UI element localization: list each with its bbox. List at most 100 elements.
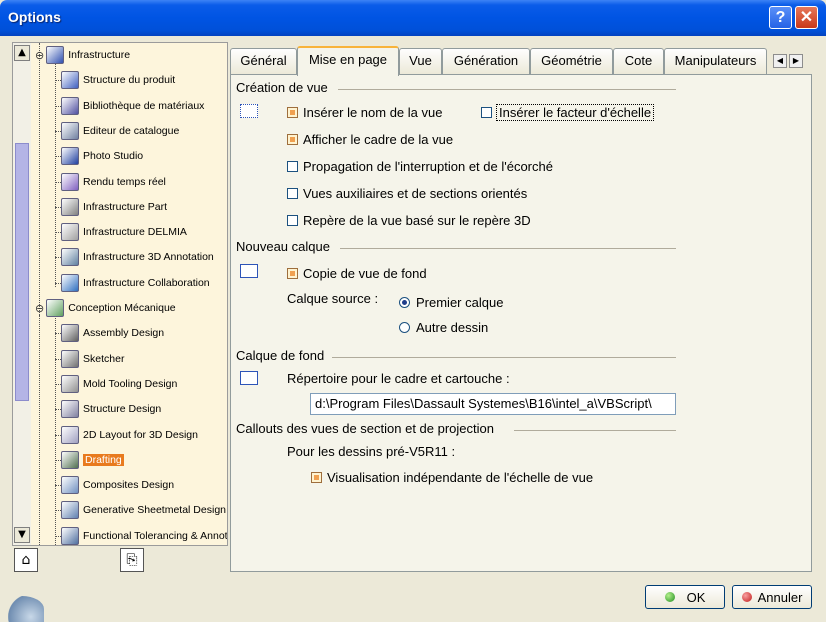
tab-scroll-left-icon[interactable]: ◀ [773, 54, 787, 68]
independent-scale-checkbox[interactable]: Visualisation indépendante de l'échelle … [311, 470, 593, 485]
delmia-icon [61, 223, 79, 242]
layout-2d-icon [61, 425, 79, 444]
section-divider [340, 248, 676, 249]
tree-item[interactable]: Infrastructure DELMIA [61, 222, 187, 242]
cancel-button[interactable]: Annuler [732, 585, 812, 609]
auxiliary-views-checkbox[interactable]: Vues auxiliaires et de sections orientés [287, 186, 527, 201]
tree-item-label: Conception Mécanique [68, 302, 176, 314]
scroll-down-icon[interactable]: ▼ [14, 527, 30, 543]
help-button[interactable]: ? [769, 6, 792, 29]
view-axis-3d-checkbox[interactable]: Repère de la vue basé sur le repère 3D [287, 213, 531, 228]
tree-item[interactable]: Infrastructure Collaboration [61, 273, 210, 293]
copy-background-view-checkbox[interactable]: Copie de vue de fond [287, 266, 427, 281]
tree-item[interactable]: Bibliothèque de matériaux [61, 96, 204, 116]
tree-item[interactable]: Structure du produit [61, 70, 175, 90]
sketcher-icon [61, 349, 79, 368]
new-sheet-icon [240, 264, 258, 278]
options-tree-panel: ▲ ▼ ⊖ Infrastructure Structure du produit B… [12, 42, 228, 546]
mechanical-design-icon [46, 299, 65, 317]
structure-design-icon [61, 400, 79, 419]
tree-item[interactable]: ⊖ Infrastructure [35, 45, 130, 65]
tree-item[interactable]: Infrastructure Part [61, 197, 167, 217]
tree-item-label: Infrastructure Collaboration [83, 276, 210, 289]
tree-item[interactable]: Mold Tooling Design [61, 374, 177, 394]
tab-3[interactable]: Vue [399, 48, 442, 74]
checkbox-icon [287, 215, 298, 226]
tree-item[interactable]: Infrastructure 3D Annotation [61, 247, 214, 267]
tree-item-label: Infrastructure [68, 49, 131, 61]
tree-expander-icon[interactable]: ⊖ [35, 49, 44, 62]
tree-item-label: Infrastructure 3D Annotation [83, 251, 214, 264]
scroll-up-icon[interactable]: ▲ [14, 45, 30, 61]
first-sheet-radio[interactable]: Premier calque [399, 295, 503, 310]
show-view-frame-checkbox[interactable]: Afficher le cadre de la vue [287, 132, 453, 147]
view-creation-icon [240, 104, 258, 118]
tree-item[interactable]: Editeur de catalogue [61, 121, 179, 141]
tree-item[interactable]: Rendu temps réel [61, 172, 166, 192]
title-bar[interactable]: Options ? ✕ [0, 0, 826, 36]
tree-item[interactable]: Composites Design [61, 475, 174, 495]
collaboration-icon [61, 273, 79, 292]
tree-item[interactable]: Structure Design [61, 399, 161, 419]
close-button[interactable]: ✕ [795, 6, 818, 29]
checkbox-icon [481, 107, 492, 118]
checkbox-icon [287, 134, 298, 145]
tree-expander-icon[interactable]: ⊖ [35, 302, 44, 315]
tree-item-label: Editeur de catalogue [83, 124, 180, 137]
tree-item-label: Functional Tolerancing & Annotation [83, 529, 227, 542]
close-icon: ✕ [799, 9, 814, 26]
material-library-icon [61, 96, 79, 115]
tab-6[interactable]: Cote [613, 48, 664, 74]
checkbox-icon [311, 472, 322, 483]
radio-icon [399, 297, 410, 308]
tab-7[interactable]: Manipulateurs [664, 48, 767, 74]
insert-view-name-checkbox[interactable]: Insérer le nom de la vue [287, 105, 442, 120]
tree-item[interactable]: Drafting [61, 450, 124, 470]
other-drawing-radio[interactable]: Autre dessin [399, 320, 488, 335]
tab-strip: ◀ ▶ Général Mise en page Vue Génération Géom… [230, 46, 812, 76]
ok-button[interactable]: OK [645, 585, 725, 609]
tab-2[interactable]: Mise en page [297, 46, 399, 76]
tree-item-label: Infrastructure Part [83, 200, 168, 213]
tab-scroll-right-icon[interactable]: ▶ [789, 54, 803, 68]
tree-item[interactable]: 2D Layout for 3D Design [61, 425, 198, 445]
mold-tooling-icon [61, 374, 79, 393]
window-title: Options [8, 9, 61, 25]
tree-item[interactable]: ⊖ Conception Mécanique [35, 298, 176, 318]
tree-item[interactable]: Generative Sheetmetal Design [61, 500, 226, 520]
frame-directory-input[interactable]: d:\Program Files\Dassault Systemes\B16\i… [310, 393, 676, 415]
scroll-thumb[interactable] [15, 143, 29, 401]
tree-item-label: Structure du produit [83, 74, 176, 87]
tab-1[interactable]: Général [230, 48, 297, 74]
help-icon: ? [775, 9, 786, 26]
tree-item[interactable]: Assembly Design [61, 323, 164, 343]
tolerancing-icon [61, 526, 79, 545]
insert-scale-factor-checkbox[interactable]: Insérer le facteur d'échelle [481, 104, 655, 121]
tree-scrollbar[interactable]: ▲ ▼ [13, 43, 31, 545]
source-sheet-label: Calque source : [287, 291, 379, 306]
tree-item-label: Mold Tooling Design [83, 377, 178, 390]
options-tree: ⊖ Infrastructure Structure du produit Bibli… [31, 43, 227, 545]
frame-directory-label: Répertoire pour le cadre et cartouche : [287, 371, 510, 386]
tree-item[interactable]: Photo Studio [61, 146, 143, 166]
tree-item-label: Generative Sheetmetal Design [83, 504, 226, 517]
tree-item-label: Photo Studio [83, 150, 144, 163]
propagation-checkbox[interactable]: Propagation de l'interruption et de l'éc… [287, 159, 553, 174]
pre-v5r11-label: Pour les dessins pré-V5R11 : [287, 444, 456, 459]
tree-item[interactable]: Sketcher [61, 349, 124, 369]
tab-4[interactable]: Génération [442, 48, 530, 74]
product-structure-icon [61, 71, 79, 90]
tree-export-icon[interactable]: ⎘ [120, 548, 144, 572]
tree-item-label: 2D Layout for 3D Design [83, 428, 198, 441]
drafting-icon [61, 450, 79, 469]
tree-home-icon[interactable]: ⌂ [14, 548, 38, 572]
section-title-new-sheet: Nouveau calque [236, 239, 330, 254]
gear-icon [61, 197, 79, 216]
background-sheet-icon [240, 371, 258, 385]
radio-icon [399, 322, 410, 333]
globe-icon [0, 596, 44, 622]
tab-5[interactable]: Géométrie [530, 48, 613, 74]
section-title-background: Calque de fond [236, 348, 325, 363]
tree-item[interactable]: Functional Tolerancing & Annotation [61, 526, 227, 545]
checkbox-icon [287, 161, 298, 172]
